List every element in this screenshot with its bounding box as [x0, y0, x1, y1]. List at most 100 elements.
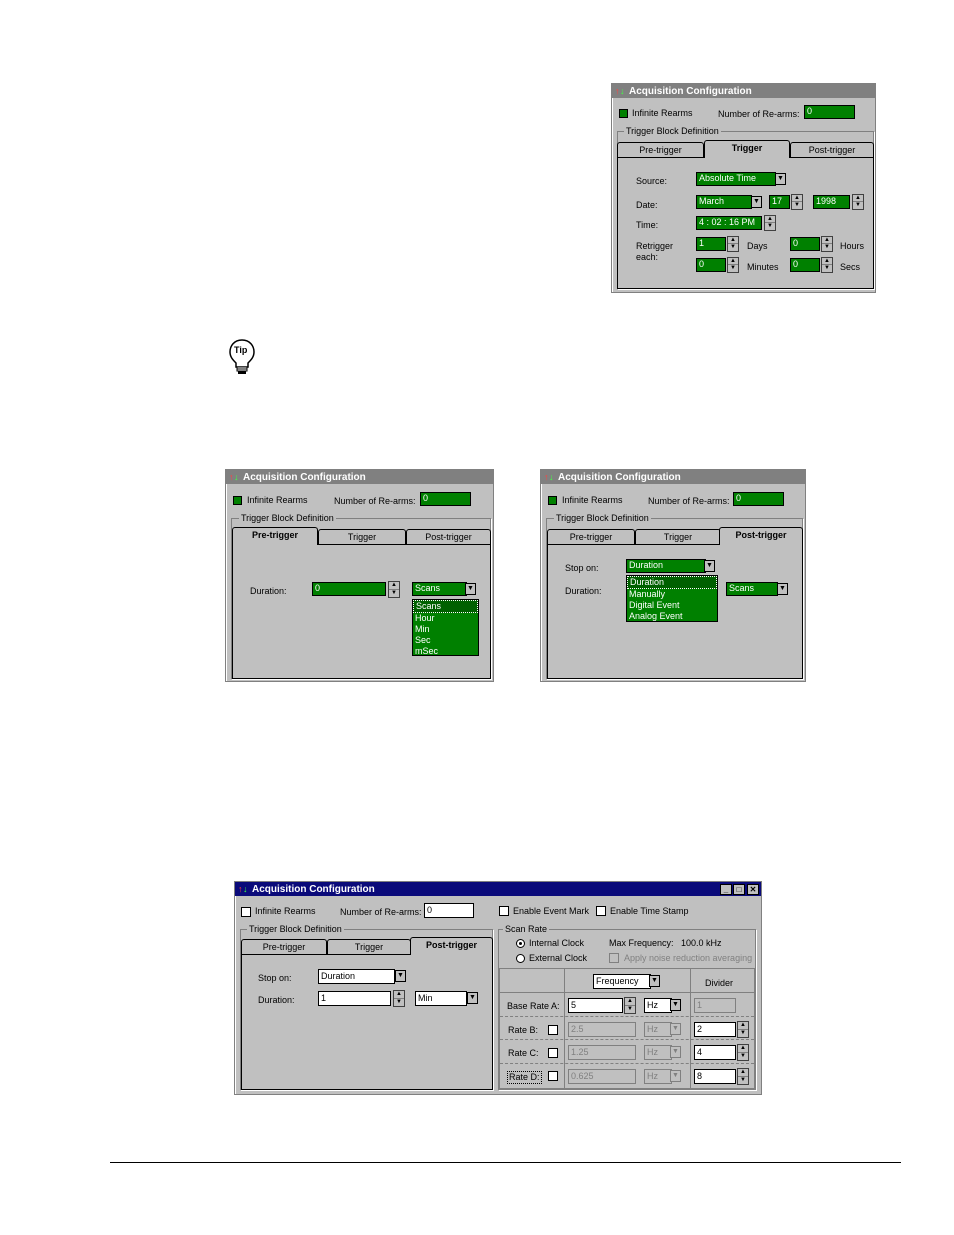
- num-rearms-input[interactable]: 0: [420, 492, 471, 506]
- chevron-down-icon[interactable]: ▼: [777, 583, 788, 595]
- minutes-input[interactable]: 0: [696, 258, 726, 272]
- tab-trigger[interactable]: Trigger: [704, 140, 790, 158]
- maximize-button[interactable]: □: [733, 883, 745, 895]
- chevron-down-icon: ▼: [670, 1023, 681, 1035]
- list-item[interactable]: Digital Event: [627, 600, 717, 611]
- date-day-input[interactable]: 17: [769, 195, 790, 209]
- enable-time-stamp-checkbox[interactable]: [596, 906, 606, 916]
- units-select[interactable]: Scans: [726, 582, 778, 596]
- list-item[interactable]: Sec: [413, 635, 478, 646]
- rate-b-divider-input[interactable]: 2: [694, 1022, 736, 1037]
- column-type-select[interactable]: Frequency: [593, 974, 651, 989]
- tab-pre-trigger[interactable]: Pre-trigger: [232, 527, 318, 545]
- close-button[interactable]: ✕: [747, 883, 759, 895]
- stop-on-select[interactable]: Duration: [626, 559, 706, 573]
- days-spinner[interactable]: ▲ ▼: [727, 236, 739, 252]
- rate-c-divider-spinner[interactable]: ▲ ▼: [737, 1044, 749, 1061]
- internal-clock-radio[interactable]: [516, 939, 525, 948]
- tab-trigger[interactable]: Trigger: [318, 529, 406, 545]
- tab-pre-trigger[interactable]: Pre-trigger: [617, 142, 704, 158]
- units-dropdown-list[interactable]: Scans Hour Min Sec mSec: [412, 599, 479, 656]
- window-titlebar: ↑ ↓ Acquisition Configuration: [612, 84, 875, 98]
- list-item[interactable]: Min: [413, 624, 478, 635]
- list-item[interactable]: mSec: [413, 646, 478, 657]
- external-clock-radio[interactable]: [516, 954, 525, 963]
- stop-on-dropdown-list[interactable]: Duration Manually Digital Event Analog E…: [626, 575, 718, 622]
- secs-input[interactable]: 0: [790, 258, 820, 272]
- acq-config-window-trigger: ↑ ↓ Acquisition Configuration Infinite Re…: [611, 83, 876, 293]
- internal-clock-label: Internal Clock: [529, 938, 585, 948]
- rate-a-unit-select[interactable]: Hz: [644, 998, 672, 1013]
- stop-on-select[interactable]: Duration: [318, 969, 395, 984]
- rate-b-divider-spinner[interactable]: ▲ ▼: [737, 1021, 749, 1038]
- time-input[interactable]: 4 : 02 : 16 PM: [696, 216, 762, 230]
- list-item[interactable]: Duration: [627, 576, 717, 589]
- chevron-down-icon: ▼: [670, 1070, 681, 1082]
- year-spinner[interactable]: ▲ ▼: [852, 194, 864, 210]
- list-item[interactable]: Analog Event: [627, 611, 717, 622]
- rate-b-checkbox[interactable]: [548, 1025, 558, 1035]
- secs-spinner[interactable]: ▲ ▼: [821, 257, 833, 273]
- list-item[interactable]: Manually: [627, 589, 717, 600]
- rate-d-divider-spinner[interactable]: ▲ ▼: [737, 1068, 749, 1085]
- window-titlebar: ↑ ↓ Acquisition Configuration: [226, 470, 493, 484]
- duration-spinner[interactable]: ▲ ▼: [388, 581, 400, 598]
- chevron-down-icon[interactable]: ▼: [465, 583, 476, 595]
- num-rearms-input[interactable]: 0: [424, 903, 474, 918]
- stop-on-label: Stop on:: [565, 563, 599, 573]
- rate-a-spinner[interactable]: ▲ ▼: [624, 997, 636, 1014]
- rate-a-value-input[interactable]: 5: [568, 998, 623, 1013]
- chevron-down-icon[interactable]: ▼: [751, 196, 762, 208]
- hours-spinner[interactable]: ▲ ▼: [821, 236, 833, 252]
- noise-reduction-checkbox[interactable]: [609, 953, 619, 963]
- minimize-button[interactable]: _: [720, 883, 732, 895]
- duration-input[interactable]: 1: [318, 991, 391, 1006]
- chevron-down-icon[interactable]: ▼: [467, 992, 478, 1004]
- enable-event-mark-checkbox[interactable]: [499, 906, 509, 916]
- tab-post-trigger[interactable]: Post-trigger: [719, 527, 803, 545]
- num-rearms-input[interactable]: 0: [733, 492, 784, 506]
- trigger-block-label: Trigger Block Definition: [554, 513, 651, 523]
- rate-c-checkbox[interactable]: [548, 1048, 558, 1058]
- time-spinner[interactable]: ▲ ▼: [764, 215, 776, 231]
- days-input[interactable]: 1: [696, 237, 726, 251]
- list-item[interactable]: Scans: [413, 600, 478, 613]
- tab-post-trigger[interactable]: Post-trigger: [790, 142, 874, 158]
- tip-label: Tip: [234, 345, 248, 355]
- duration-input[interactable]: 0: [312, 582, 386, 596]
- units-select[interactable]: Scans: [412, 582, 467, 596]
- tab-post-trigger[interactable]: Post-trigger: [410, 937, 493, 955]
- rate-b-value-input: 2.5: [568, 1022, 636, 1037]
- chevron-down-icon[interactable]: ▼: [649, 975, 660, 987]
- tab-post-trigger[interactable]: Post-trigger: [406, 529, 491, 545]
- date-year-input[interactable]: 1998: [813, 195, 850, 209]
- tab-trigger[interactable]: Trigger: [635, 529, 721, 545]
- base-rate-a-label: Base Rate A:: [507, 1001, 560, 1011]
- day-spinner[interactable]: ▲ ▼: [791, 194, 803, 210]
- hours-input[interactable]: 0: [790, 237, 820, 251]
- num-rearms-input[interactable]: 0: [804, 105, 855, 119]
- rate-d-checkbox[interactable]: [548, 1071, 558, 1081]
- duration-spinner[interactable]: ▲ ▼: [393, 990, 405, 1007]
- tab-trigger[interactable]: Trigger: [327, 939, 411, 955]
- source-select[interactable]: Absolute Time: [696, 172, 776, 186]
- infinite-rearms-checkbox[interactable]: [241, 907, 251, 917]
- chevron-down-icon[interactable]: ▼: [775, 173, 786, 185]
- num-rearms-label: Number of Re-arms:: [334, 496, 416, 506]
- minutes-spinner[interactable]: ▲ ▼: [727, 257, 739, 273]
- duration-units-select[interactable]: Min: [415, 991, 467, 1006]
- max-frequency-label: Max Frequency:: [609, 938, 674, 948]
- tab-pre-trigger[interactable]: Pre-trigger: [241, 939, 327, 955]
- chevron-down-icon[interactable]: ▼: [704, 560, 715, 572]
- days-label: Days: [747, 241, 768, 251]
- infinite-rearms-checkbox[interactable]: [619, 109, 628, 118]
- infinite-rearms-checkbox[interactable]: [233, 496, 242, 505]
- rate-c-divider-input[interactable]: 4: [694, 1045, 736, 1060]
- infinite-rearms-checkbox[interactable]: [548, 496, 557, 505]
- date-month-select[interactable]: March: [696, 195, 752, 209]
- tab-pre-trigger[interactable]: Pre-trigger: [547, 529, 635, 545]
- chevron-down-icon[interactable]: ▼: [670, 999, 681, 1011]
- rate-d-divider-input[interactable]: 8: [694, 1069, 736, 1084]
- list-item[interactable]: Hour: [413, 613, 478, 624]
- chevron-down-icon[interactable]: ▼: [395, 970, 406, 982]
